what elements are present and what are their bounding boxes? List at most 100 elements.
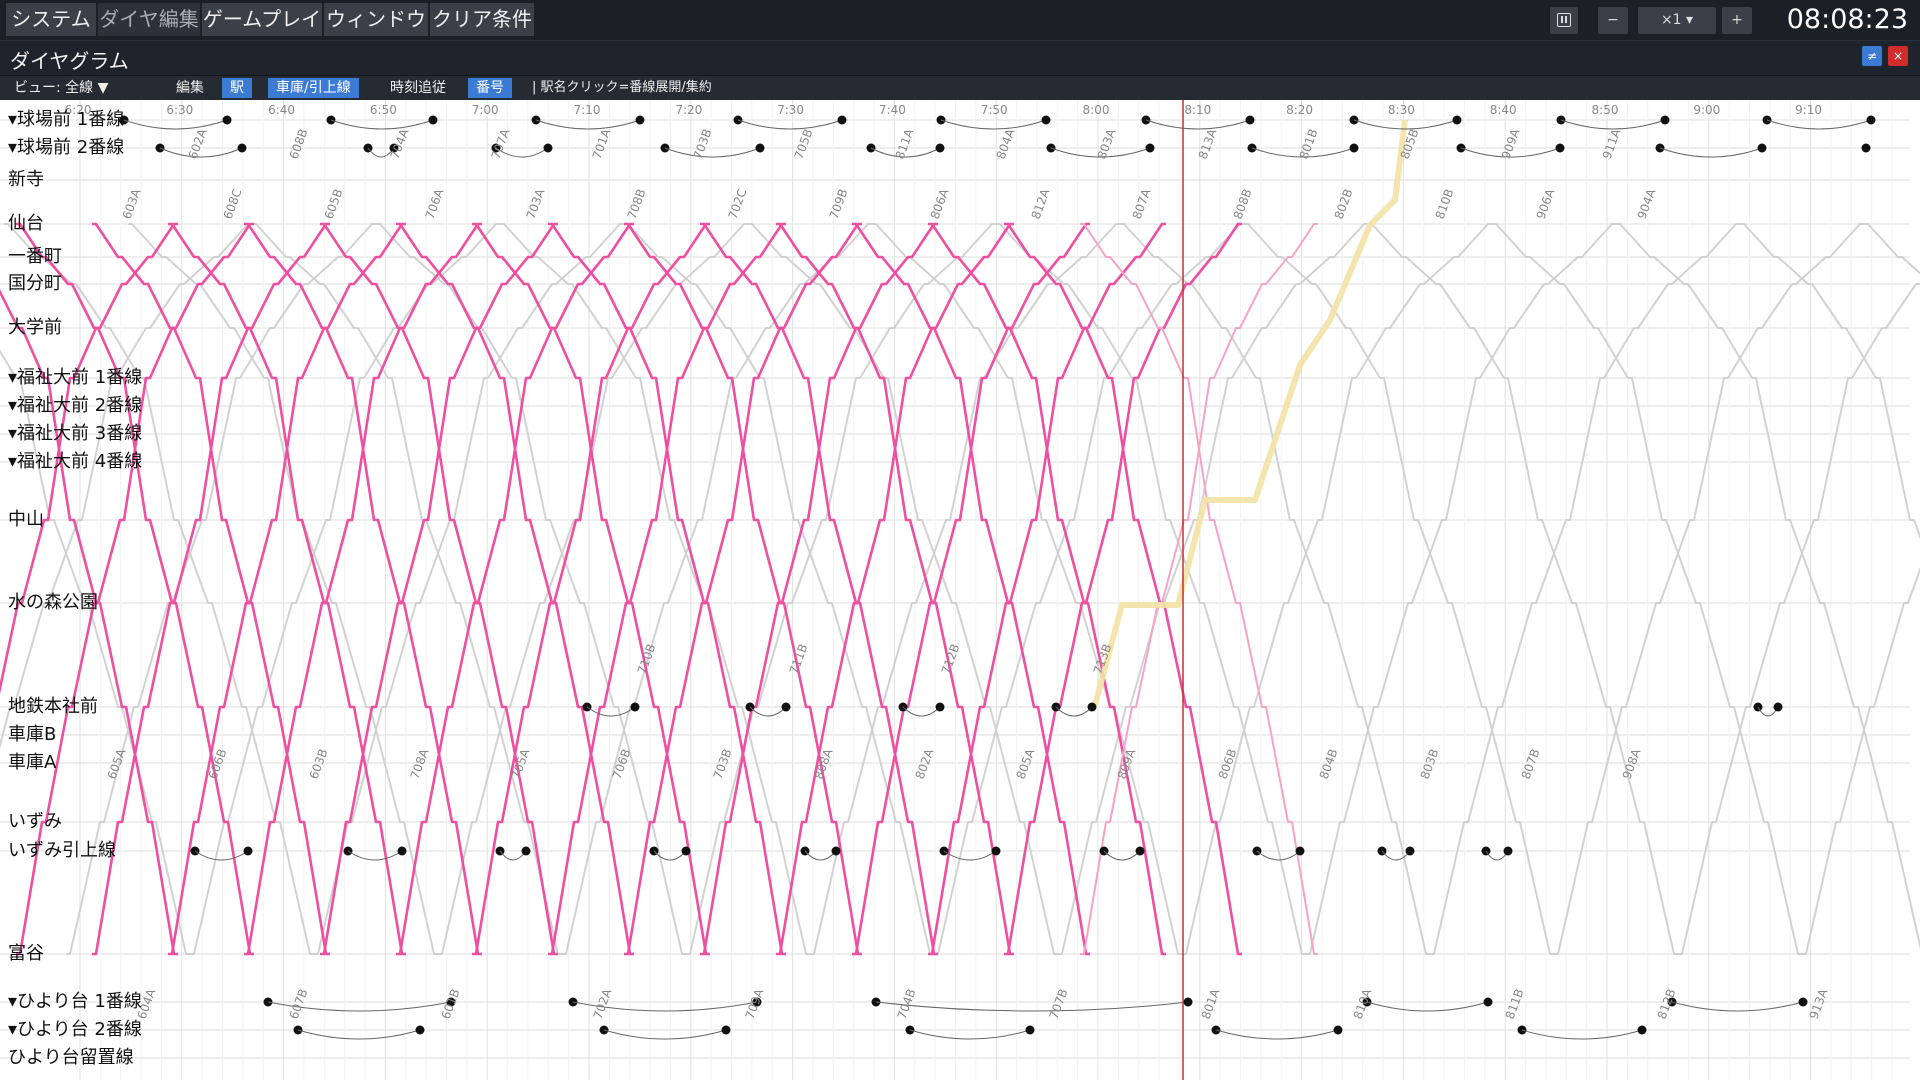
stop-dot (1503, 846, 1513, 856)
station-label[interactable]: ▾球場前 1番線 (8, 110, 124, 130)
game-clock: 08:08:23 (1786, 4, 1908, 35)
station-label[interactable]: 国分町 (8, 274, 62, 294)
train-line-pink (1080, 223, 1318, 955)
station-label[interactable]: 一番町 (8, 247, 62, 267)
station-label[interactable]: 大学前 (8, 318, 62, 338)
toolbar-hint: | 駅名クリック=番線展開/集約 (532, 80, 712, 95)
turnback-arc (664, 147, 761, 158)
train-line-pink (320, 222, 558, 956)
time-tick-label: 7:00 (472, 103, 499, 117)
train-number-label: 801A (1199, 986, 1223, 1021)
stop-dot (1637, 1025, 1647, 1035)
turnback-arc (940, 119, 1047, 130)
train-number-label: 607B (287, 987, 311, 1021)
menu-system[interactable]: システム (6, 3, 96, 36)
time-follow-toggle[interactable]: 時刻追従 (382, 78, 454, 98)
station-label[interactable]: 地鉄本社前 (8, 697, 98, 717)
diagram-svg[interactable]: 6:20 6:30 6:40 6:50 7:00 7:10 7:20 7:30 7:40 7:50… (0, 100, 1920, 1080)
turnback-arc (909, 1029, 1031, 1040)
train-number-label: 909A (1499, 126, 1523, 161)
station-label[interactable]: 車庫B (8, 725, 56, 745)
stop-dot (781, 702, 791, 712)
close-button[interactable]: × (1888, 46, 1908, 66)
train-line-pink (92, 222, 330, 956)
stop-dot (222, 115, 232, 125)
train-number-label: 705B (792, 127, 816, 161)
station-label[interactable]: ▾球場前 2番線 (8, 138, 124, 158)
train-number-label: 601B (439, 987, 463, 1021)
turnback-arc (1215, 1029, 1339, 1040)
stop-dot (1773, 702, 1783, 712)
train-number-label: 906A (1534, 186, 1558, 221)
time-tick-label: 8:00 (1083, 103, 1110, 117)
pause-button[interactable] (1550, 7, 1578, 34)
station-label[interactable]: 車庫A (8, 753, 56, 773)
stop-dot (1183, 997, 1193, 1007)
station-label[interactable]: ▾福祉大前 1番線 (8, 368, 142, 388)
station-label[interactable]: 富谷 (8, 944, 44, 964)
train-number-label: 803B (1418, 747, 1442, 781)
train-number-label: 603A (120, 186, 144, 221)
diagram-canvas[interactable]: 6:20 6:30 6:40 6:50 7:00 7:10 7:20 7:30 7:40 7:50… (0, 100, 1920, 1080)
train-number-label: 713B (1091, 642, 1115, 676)
time-tick-label: 9:10 (1795, 103, 1822, 117)
stop-dot (1295, 846, 1305, 856)
speed-select[interactable]: ×1 ▾ (1638, 7, 1716, 34)
station-label[interactable]: ▾福祉大前 2番線 (8, 396, 142, 416)
menu-window[interactable]: ウィンドウ (324, 3, 428, 36)
station-label[interactable]: 新寺 (8, 170, 44, 190)
train-number-label: 708B (625, 187, 649, 221)
time-tick-label: 6:40 (268, 103, 295, 117)
time-tick-label: 7:40 (879, 103, 906, 117)
turnback-arc (603, 1029, 727, 1040)
train-number-label: 702A (591, 986, 615, 1021)
station-toggle[interactable]: 駅 (222, 78, 252, 98)
train-line-gray (1802, 566, 1920, 955)
pause-icon (1557, 13, 1571, 27)
turnback-arc (1521, 1029, 1643, 1040)
station-label[interactable]: ▾ひより台 2番線 (8, 1020, 142, 1040)
train-number-label: 603B (307, 747, 331, 781)
stop-dot (1866, 115, 1876, 125)
turnback-arc (1366, 1001, 1489, 1012)
turnback-arc (749, 706, 787, 717)
station-label[interactable]: ひより台留置線 (8, 1048, 134, 1068)
train-number-label: 808A (812, 746, 836, 781)
station-label[interactable]: 水の森公園 (8, 593, 98, 613)
time-tick-label: 7:10 (574, 103, 601, 117)
edit-toggle[interactable]: 編集 (168, 78, 212, 98)
station-label[interactable]: いずみ引上線 (8, 841, 116, 861)
station-label[interactable]: いずみ (8, 812, 62, 832)
train-number-label: 802A (913, 746, 937, 781)
train-number-label: 807A (1130, 186, 1154, 221)
stop-dot (1349, 143, 1359, 153)
depot-toggle[interactable]: 車庫/引上線 (268, 78, 359, 98)
station-label[interactable]: ▾ひより台 1番線 (8, 992, 142, 1012)
turnback-arc (1766, 119, 1872, 130)
station-label[interactable]: 中山 (8, 510, 44, 530)
turnback-arc (1671, 1001, 1804, 1012)
stop-dot (1333, 1025, 1343, 1035)
speed-up-button[interactable]: + (1722, 7, 1752, 34)
train-number-label: 804A (994, 126, 1018, 161)
train-number-label: 608B (287, 127, 311, 161)
menu-dia-edit[interactable]: ダイヤ編集 (98, 3, 200, 36)
menu-gameplay[interactable]: ゲームプレイ (202, 3, 322, 36)
train-number-label: 908A (1620, 746, 1644, 781)
menu-clear-conditions[interactable]: クリア条件 (430, 3, 534, 36)
stop-dot (935, 143, 945, 153)
speed-down-button[interactable]: − (1598, 7, 1628, 34)
stop-dot (681, 846, 691, 856)
time-tick-label: 6:50 (370, 103, 397, 117)
time-tick-label: 9:00 (1693, 103, 1720, 117)
train-line-pink (776, 222, 1014, 956)
view-select[interactable]: ビュー: 全線 ▼ (6, 78, 116, 98)
station-label[interactable]: ▾福祉大前 3番線 (8, 424, 142, 444)
station-label[interactable]: 仙台 (8, 214, 44, 234)
train-number-label: 711B (787, 642, 811, 676)
stop-dot (521, 846, 531, 856)
pin-button[interactable]: ≠ (1862, 46, 1882, 66)
station-label[interactable]: ▾福祉大前 4番線 (8, 452, 142, 472)
turnback-arc (804, 850, 837, 861)
number-toggle[interactable]: 番号 (468, 78, 512, 98)
